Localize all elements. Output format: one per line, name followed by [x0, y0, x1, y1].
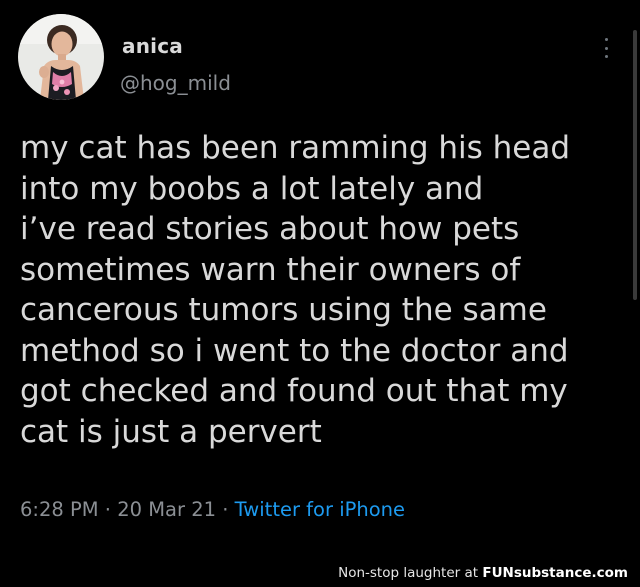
- tweet-card: anica @hog_mild my cat has been ramming …: [0, 0, 640, 560]
- avatar[interactable]: [18, 14, 104, 100]
- tweet-time: 6:28 PM: [20, 498, 99, 521]
- avatar-image: [18, 14, 104, 100]
- user-handle[interactable]: @hog_mild: [120, 71, 231, 95]
- scrollbar[interactable]: [633, 30, 637, 300]
- meta-separator: ·: [216, 498, 235, 521]
- more-vertical-icon[interactable]: [600, 38, 612, 58]
- watermark-brand: FUNsubstance.com: [482, 565, 628, 581]
- watermark-caption: Non-stop laughter at: [338, 565, 483, 581]
- meta-separator: ·: [98, 498, 118, 521]
- watermark-footer: Non-stop laughter at FUNsubstance.com: [0, 560, 640, 587]
- tweet-text: my cat has been ramming his head into my…: [20, 130, 571, 450]
- tweet-meta: 6:28 PM · 20 Mar 21 · Twitter for iPhone: [20, 498, 405, 521]
- tweet-source-link[interactable]: Twitter for iPhone: [235, 498, 405, 521]
- tweet-date: 20 Mar 21: [117, 498, 217, 521]
- display-name[interactable]: anica: [122, 34, 183, 58]
- watermark-text: Non-stop laughter at FUNsubstance.com: [338, 565, 628, 581]
